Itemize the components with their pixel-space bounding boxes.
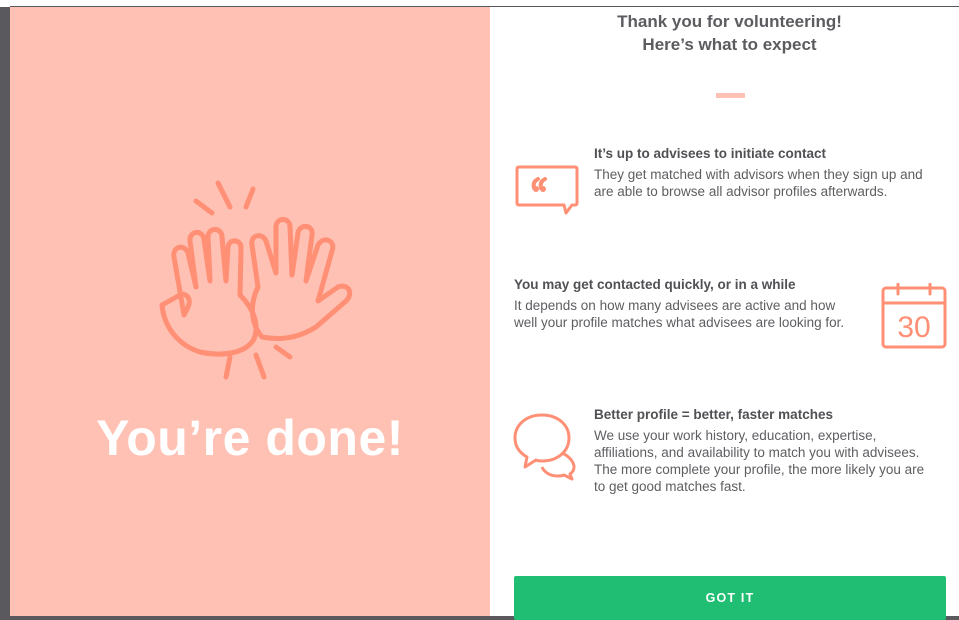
section-heading: You may get contacted quickly, or in a w… [514, 277, 796, 292]
done-headline: You’re done! [96, 410, 404, 466]
calendar-number: 30 [897, 311, 930, 344]
got-it-button[interactable]: GOT IT [514, 576, 946, 620]
window-top-edge [0, 0, 959, 7]
section-contact-timing: You may get contacted quickly, or in a w… [514, 277, 859, 331]
section-better-profile: Better profile = better, faster matches … [594, 407, 939, 495]
chat-bubbles-icon [513, 413, 576, 481]
divider-dash [716, 93, 745, 98]
section-heading: Better profile = better, faster matches [594, 407, 833, 422]
left-panel: You’re done! [10, 7, 490, 616]
quote-bubble-icon [515, 165, 579, 215]
title-line-2: Here’s what to expect [642, 35, 817, 54]
modal-title: Thank you for volunteering! Here’s what … [490, 10, 959, 56]
high-five-icon [159, 180, 353, 380]
section-body: We use your work history, education, exp… [594, 428, 925, 494]
title-line-1: Thank you for volunteering! [617, 12, 842, 31]
right-panel: Thank you for volunteering! Here’s what … [490, 7, 959, 620]
section-body: They get matched with advisors when they… [594, 167, 923, 199]
calendar-icon: 30 [881, 283, 947, 349]
section-initiate-contact: It’s up to advisees to initiate contact … [594, 146, 939, 200]
section-body: It depends on how many advisees are acti… [514, 298, 845, 330]
section-heading: It’s up to advisees to initiate contact [594, 146, 827, 161]
onboarding-modal: You’re done! Thank you for volunteering!… [10, 7, 959, 620]
